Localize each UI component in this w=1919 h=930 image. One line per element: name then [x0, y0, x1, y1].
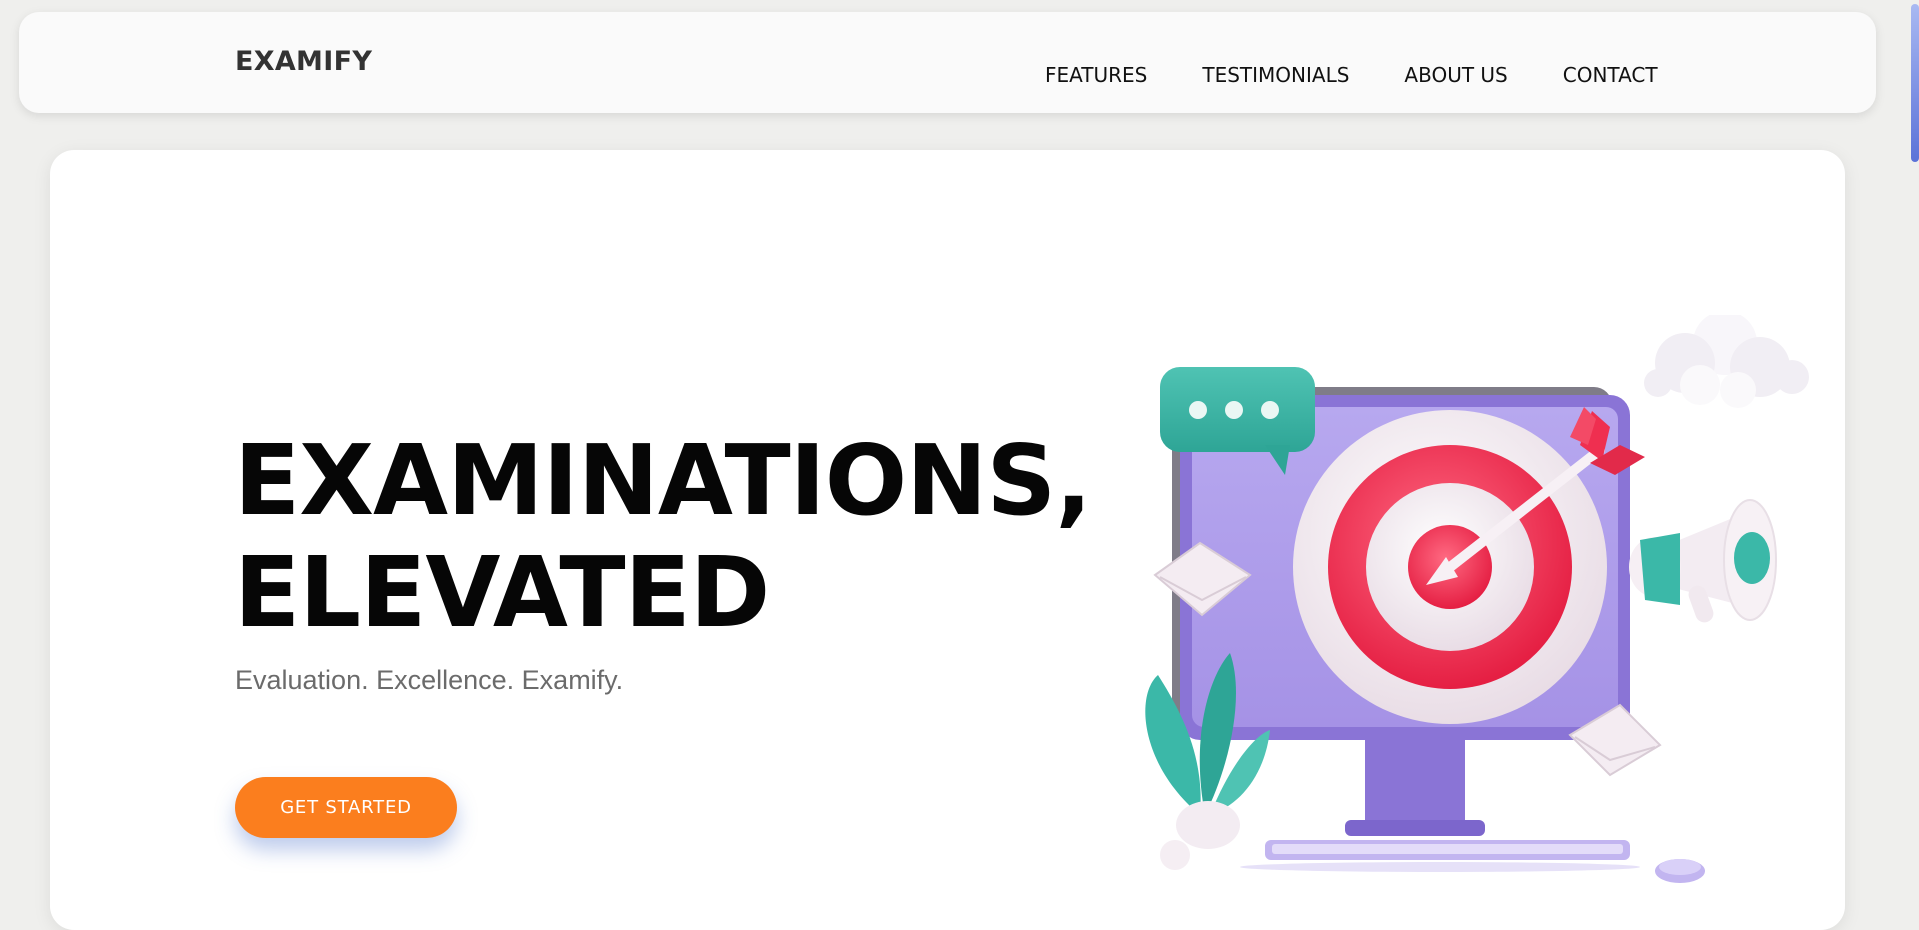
hero-headline-line-1: EXAMINATIONS,: [234, 424, 1092, 537]
hero-tagline: Evaluation. Excellence. Examify.: [235, 665, 624, 695]
scrollbar-track[interactable]: [1906, 0, 1919, 906]
target-arrow-monitor-illustration: [1145, 315, 1809, 883]
get-started-button[interactable]: GET STARTED: [235, 777, 457, 838]
nav-link-features[interactable]: FEATURES: [1045, 63, 1147, 87]
scrollbar-thumb[interactable]: [1911, 4, 1919, 162]
nav-link-about-us[interactable]: ABOUT US: [1404, 63, 1507, 87]
nav-link-contact[interactable]: CONTACT: [1563, 63, 1658, 87]
brand-logo[interactable]: EXAMIFY: [235, 46, 372, 77]
navbar: EXAMIFY FEATURES TESTIMONIALS ABOUT US C…: [19, 12, 1876, 113]
hero-headline-line-2: ELEVATED: [234, 536, 770, 649]
cloud-icon: [1644, 315, 1809, 408]
nav-link-testimonials[interactable]: TESTIMONIALS: [1202, 63, 1349, 87]
hero-headline: EXAMINATIONS, ELEVATED: [234, 424, 1092, 649]
nav-links: FEATURES TESTIMONIALS ABOUT US CONTACT: [1045, 63, 1658, 87]
megaphone-icon: [1629, 499, 1777, 623]
hero-section: EXAMINATIONS, ELEVATED Evaluation. Excel…: [50, 150, 1845, 930]
